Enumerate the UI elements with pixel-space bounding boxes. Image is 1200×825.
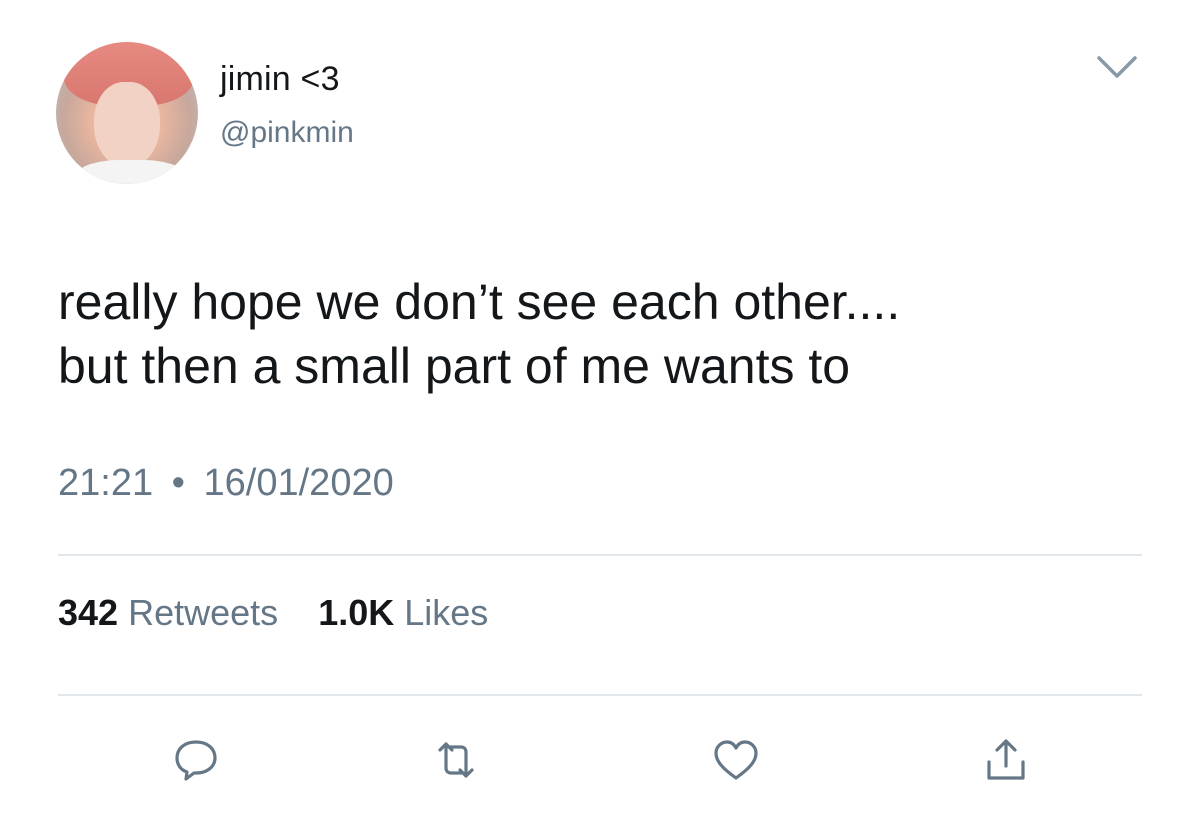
user-handle[interactable]: @pinkmin (220, 116, 354, 150)
divider (58, 554, 1142, 556)
likes-count: 1.0K (318, 592, 395, 633)
avatar-shirt (76, 160, 186, 184)
tweet-card: jimin <3 @pinkmin really hope we don’t s… (0, 0, 1200, 825)
share-icon[interactable] (982, 738, 1030, 782)
reply-icon[interactable] (172, 738, 220, 782)
display-name[interactable]: jimin <3 (220, 60, 340, 99)
engagement-stats: 342 Retweets 1.0K Likes (58, 592, 488, 634)
heart-icon[interactable] (712, 738, 760, 782)
tweet-timestamp[interactable]: 21:21 • 16/01/2020 (58, 462, 394, 505)
chevron-down-icon[interactable] (1095, 52, 1139, 82)
likes-stat[interactable]: 1.0K Likes (318, 592, 488, 633)
retweet-icon[interactable] (432, 738, 480, 782)
retweets-stat[interactable]: 342 Retweets (58, 592, 288, 633)
likes-label: Likes (404, 592, 489, 633)
avatar[interactable] (56, 42, 198, 184)
tweet-time: 21:21 (58, 462, 154, 504)
retweets-label: Retweets (128, 592, 279, 633)
divider (58, 694, 1142, 696)
retweets-count: 342 (58, 592, 119, 633)
tweet-date: 16/01/2020 (203, 462, 394, 504)
tweet-text: really hope we don’t see each other.... … (58, 274, 901, 394)
avatar-face (94, 82, 160, 168)
timestamp-separator: • (171, 462, 185, 504)
